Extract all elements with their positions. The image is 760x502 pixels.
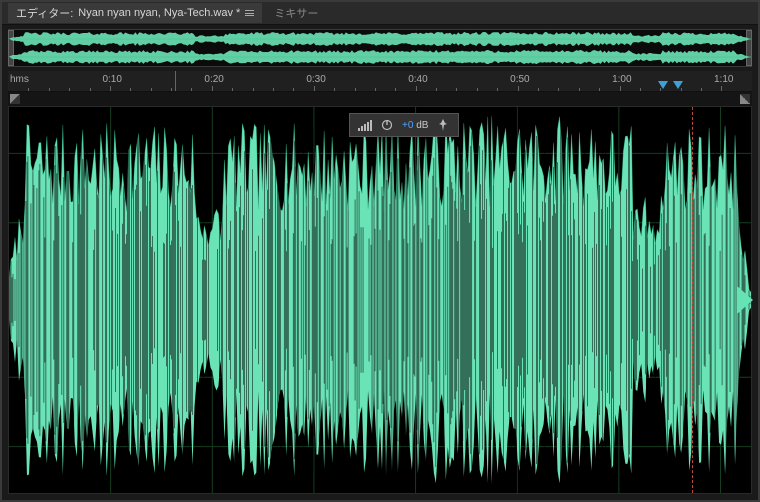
ruler-minor-tick: [232, 88, 233, 91]
ruler-minor-tick: [273, 88, 274, 91]
ruler-minor-tick: [538, 88, 539, 91]
waveform-svg: [9, 107, 751, 493]
ruler-tick-label: 0:50: [510, 74, 529, 85]
ruler-tick-label: 0:30: [306, 74, 325, 85]
ruler-minor-tick: [28, 88, 29, 91]
ruler-tick: [416, 86, 417, 91]
ruler-minor-tick: [334, 88, 335, 91]
ruler-tick: [620, 86, 621, 91]
ruler-minor-tick: [355, 88, 356, 91]
ruler-minor-tick: [579, 88, 580, 91]
ruler-minor-tick: [640, 88, 641, 91]
ruler-tick-label: 0:10: [102, 74, 121, 85]
ruler-tick-label: 1:10: [714, 74, 733, 85]
ruler-tick: [314, 86, 315, 91]
ruler-minor-tick: [49, 88, 50, 91]
hud-toolbar[interactable]: +0 dB: [349, 113, 459, 137]
ruler-tick-label: 0:40: [408, 74, 427, 85]
ruler-minor-tick: [395, 88, 396, 91]
ruler-minor-tick: [558, 88, 559, 91]
tab-editor-filename: Nyan nyan nyan, Nya-Tech.wav *: [78, 7, 240, 19]
ruler-minor-tick: [253, 88, 254, 91]
ruler-tick: [518, 86, 519, 91]
amp-corner-left-icon[interactable]: [10, 94, 20, 104]
time-marker[interactable]: [673, 81, 683, 89]
tab-editor[interactable]: エディター: Nyan nyan nyan, Nya-Tech.wav *: [8, 3, 262, 23]
ruler-minor-tick: [69, 88, 70, 91]
time-marker[interactable]: [658, 81, 668, 89]
tab-mixer-label: ミキサー: [274, 5, 318, 21]
ruler-tick: [212, 86, 213, 91]
ruler-minor-tick: [599, 88, 600, 91]
ruler-minor-tick: [90, 88, 91, 91]
playhead-arrow-icon: [737, 286, 753, 314]
tab-mixer[interactable]: ミキサー: [266, 3, 326, 23]
ruler-minor-tick: [436, 88, 437, 91]
ruler-unit-label: hms: [10, 74, 29, 85]
ruler-minor-tick: [171, 88, 172, 91]
ruler-tick: [721, 86, 722, 91]
pin-icon[interactable]: [436, 118, 450, 132]
hud-db-readout: +0 dB: [402, 120, 428, 131]
ruler-minor-tick: [497, 88, 498, 91]
ruler-minor-tick: [701, 88, 702, 91]
playhead-indicator[interactable]: [175, 71, 176, 91]
ruler-tick: [110, 86, 111, 91]
hud-db-unit: dB: [416, 120, 428, 131]
ruler-tick-label: 1:00: [612, 74, 631, 85]
hud-db-value: +0: [402, 120, 413, 131]
volume-bars-icon[interactable]: [358, 118, 372, 132]
tab-editor-prefix: エディター:: [16, 5, 73, 21]
amplitude-scale-bar: [8, 92, 752, 106]
time-ruler[interactable]: hms 0:10 0:20 0:30 0:40 0:50 1:00 1:10: [8, 71, 752, 92]
ruler-minor-tick: [191, 88, 192, 91]
ruler-minor-tick: [477, 88, 478, 91]
ruler-minor-tick: [375, 88, 376, 91]
amp-corner-right-icon[interactable]: [740, 94, 750, 104]
ruler-minor-tick: [456, 88, 457, 91]
time-cursor[interactable]: [692, 107, 693, 493]
power-icon[interactable]: [380, 118, 394, 132]
audio-editor-window: エディター: Nyan nyan nyan, Nya-Tech.wav * ミキ…: [0, 0, 760, 502]
panel-menu-icon[interactable]: [245, 10, 254, 16]
tab-bar: エディター: Nyan nyan nyan, Nya-Tech.wav * ミキ…: [2, 2, 758, 25]
ruler-minor-tick: [293, 88, 294, 91]
ruler-minor-tick: [151, 88, 152, 91]
overview-waveform[interactable]: [8, 29, 752, 67]
ruler-minor-tick: [130, 88, 131, 91]
ruler-tick-label: 0:20: [204, 74, 223, 85]
waveform-view[interactable]: +0 dB: [8, 106, 752, 494]
overview-svg: [9, 30, 751, 66]
